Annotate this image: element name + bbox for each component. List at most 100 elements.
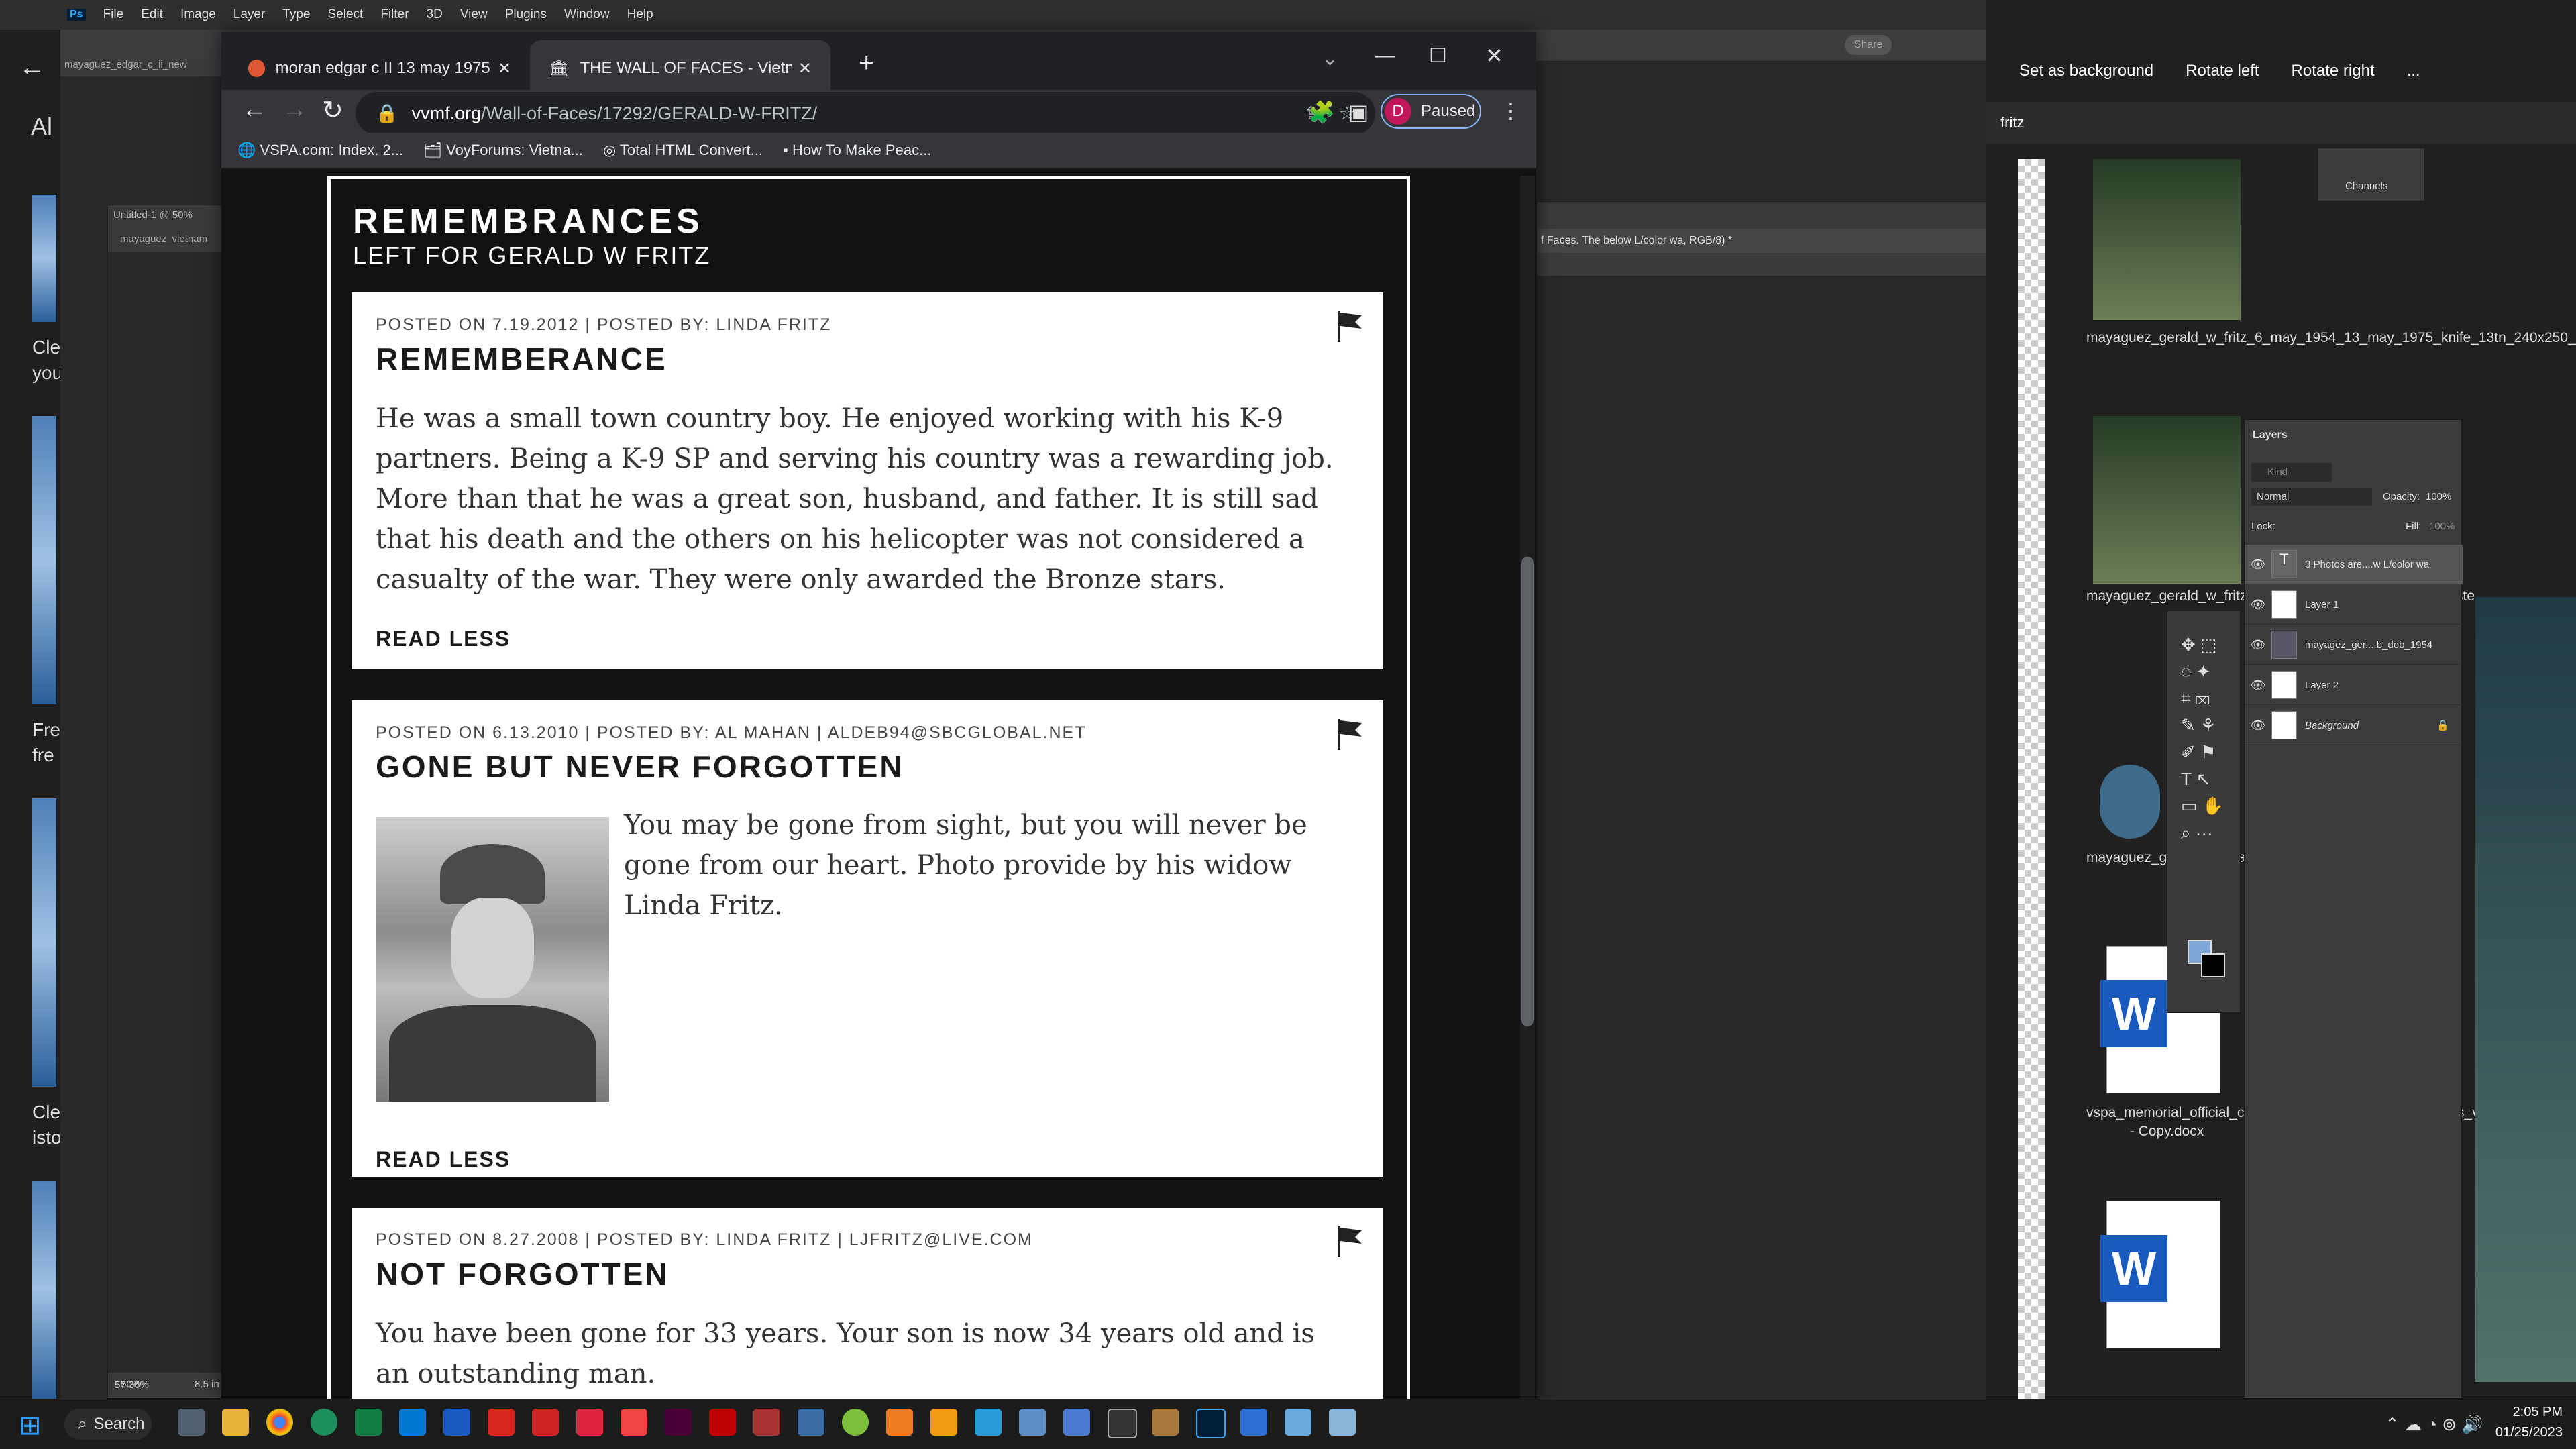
- layer-row[interactable]: 👁 mayagez_ger....b_dob_1954: [2245, 625, 2463, 665]
- layer-row[interactable]: 👁 Background 🔒: [2245, 706, 2463, 745]
- forward-icon[interactable]: →: [282, 95, 307, 124]
- file-name[interactable]: mayaguez_gerald_w_fritz_6_may_1954_13_ma…: [2086, 329, 2576, 347]
- opacity-value[interactable]: 100%: [2426, 491, 2451, 502]
- layers-title[interactable]: Layers: [2253, 429, 2288, 441]
- outlook-icon[interactable]: [399, 1409, 426, 1436]
- orange-app-icon[interactable]: [886, 1409, 913, 1436]
- gear-app-icon[interactable]: [621, 1409, 647, 1436]
- read-less-button[interactable]: READ LESS: [376, 627, 511, 651]
- doc-tab[interactable]: f Faces. The below L/color wa, RGB/8) *: [1537, 229, 2006, 253]
- r-app-icon[interactable]: [753, 1409, 780, 1436]
- bookmark[interactable]: 🗂 VoyForums: Vietna...: [423, 142, 583, 159]
- cloud-app-icon[interactable]: [1019, 1409, 1046, 1436]
- rotate-right-button[interactable]: Rotate right: [2292, 62, 2375, 80]
- dock-thumbnail[interactable]: [32, 798, 56, 1087]
- b-app-icon[interactable]: [532, 1409, 559, 1436]
- layer-row[interactable]: 👁 Layer 1: [2245, 585, 2463, 625]
- blue-app-icon[interactable]: [1063, 1409, 1090, 1436]
- dock-thumbnail[interactable]: [32, 1181, 56, 1399]
- word-doc-icon[interactable]: W: [2100, 1201, 2220, 1348]
- menu-help[interactable]: Help: [627, 7, 653, 22]
- menu-layer[interactable]: Layer: [233, 7, 266, 22]
- side-panel-icon[interactable]: ▣: [1348, 99, 1368, 125]
- profile-button[interactable]: D Paused: [1381, 94, 1481, 129]
- soldier-photo-thumbnail[interactable]: [2093, 416, 2241, 584]
- flag-icon[interactable]: [1335, 1224, 1364, 1258]
- doc-canvas[interactable]: [1537, 276, 2006, 1399]
- back-arrow-icon[interactable]: ←: [19, 52, 46, 83]
- fill-value[interactable]: 100%: [2429, 521, 2455, 532]
- blend-mode-select[interactable]: Normal: [2251, 488, 2372, 506]
- filezilla-icon[interactable]: [709, 1409, 736, 1436]
- layer-row[interactable]: 👁 Layer 2: [2245, 665, 2463, 705]
- back-icon[interactable]: ←: [241, 95, 267, 124]
- menu-type[interactable]: Type: [282, 7, 310, 22]
- dock-thumbnail[interactable]: [32, 416, 56, 704]
- rotate-left-button[interactable]: Rotate left: [2186, 62, 2259, 80]
- brown-app-icon[interactable]: [1152, 1409, 1179, 1436]
- chevron-down-icon[interactable]: ⌄: [1322, 47, 1338, 70]
- channels-panel[interactable]: Channels: [2318, 148, 2425, 201]
- more-button[interactable]: ...: [2407, 62, 2420, 80]
- layer-filter-input[interactable]: Kind: [2251, 463, 2332, 482]
- edge-icon[interactable]: [311, 1409, 337, 1436]
- system-tray-icons[interactable]: ⌃ ☁ ◔ ⊚ 🔊: [2385, 1414, 2483, 1435]
- green-app-icon[interactable]: [842, 1409, 869, 1436]
- acrobat-icon[interactable]: [488, 1409, 515, 1436]
- doc-tab[interactable]: mayaguez_vietnam: [120, 233, 207, 245]
- notes-icon[interactable]: [798, 1409, 824, 1436]
- flag-icon[interactable]: [1335, 716, 1364, 751]
- word-icon[interactable]: [443, 1409, 470, 1436]
- menu-edit[interactable]: Edit: [141, 7, 163, 22]
- close-icon[interactable]: ✕: [498, 59, 511, 78]
- taskbar-search[interactable]: ⌕ Search: [64, 1409, 152, 1440]
- set-background-button[interactable]: Set as background: [2019, 62, 2153, 80]
- doc-canvas[interactable]: [108, 252, 229, 1373]
- soldier-photo[interactable]: [376, 817, 609, 1102]
- dreamweaver-icon[interactable]: [665, 1409, 692, 1436]
- photoshop-icon[interactable]: [1196, 1409, 1226, 1438]
- reload-icon[interactable]: ↻: [322, 95, 343, 125]
- shield-icon[interactable]: [576, 1409, 603, 1436]
- kebab-menu-icon[interactable]: ⋮: [1500, 98, 1521, 123]
- flag-icon[interactable]: [1335, 309, 1364, 343]
- cup-app-icon[interactable]: [1285, 1409, 1311, 1436]
- bookmark[interactable]: 🌐 VSPA.com: Index. 2...: [237, 142, 403, 159]
- bookmark[interactable]: ▪ How To Make Peac...: [783, 142, 931, 159]
- scrollbar-thumb[interactable]: [1521, 557, 1534, 1026]
- edit-app-icon[interactable]: [1240, 1409, 1267, 1436]
- menu-plugins[interactable]: Plugins: [505, 7, 547, 22]
- tab-1[interactable]: moran edgar c II 13 may 1975 th ✕: [229, 40, 530, 97]
- menu-filter[interactable]: Filter: [380, 7, 409, 22]
- tool-icons[interactable]: ✥ ⬚ ◌ ✦ ⌗ ⌧ ✎ ⚘ ✐ ⚑ T ↖ ▭ ✋ ⌕ ⋯: [2181, 631, 2235, 846]
- menu-3d[interactable]: 3D: [427, 7, 443, 22]
- menu-file[interactable]: File: [103, 7, 124, 22]
- clock-date[interactable]: 01/25/2023: [2482, 1425, 2563, 1440]
- excel-icon[interactable]: [355, 1409, 382, 1436]
- store-icon[interactable]: [975, 1409, 1002, 1436]
- layer-row[interactable]: 👁 T 3 Photos are....w L/color wa: [2245, 545, 2463, 584]
- bookmark[interactable]: ◎ Total HTML Convert...: [603, 142, 763, 159]
- address-bar[interactable]: 🔒 vvmf.org/Wall-of-Faces/17292/GERALD-W-…: [356, 92, 1375, 135]
- share-button[interactable]: Share: [1845, 35, 1892, 55]
- menu-image[interactable]: Image: [180, 7, 216, 22]
- chrome-icon[interactable]: [266, 1409, 293, 1436]
- tab-2-active[interactable]: 🏛 THE WALL OF FACES - Vietnam V ✕: [530, 40, 830, 97]
- task-view-icon[interactable]: [178, 1409, 205, 1436]
- windows-start-icon[interactable]: ⊞: [19, 1410, 42, 1441]
- soldier-photo-thumbnail[interactable]: [2093, 159, 2241, 320]
- background-color-swatch[interactable]: [2201, 953, 2225, 977]
- eye-icon[interactable]: 👁: [2245, 718, 2271, 733]
- extensions-icon[interactable]: 🧩: [1308, 99, 1335, 125]
- file-name[interactable]: mayaguez_ger_d_15_may_1_1954: [2086, 849, 2308, 867]
- menu-window[interactable]: Window: [564, 7, 610, 22]
- photos-search-input[interactable]: fritz: [1986, 102, 2576, 144]
- vlc-icon[interactable]: [930, 1409, 957, 1436]
- file-name[interactable]: vspa_memorial_official_casualty_mayaguez…: [2086, 1104, 2576, 1141]
- eye-icon[interactable]: 👁: [2245, 638, 2271, 652]
- read-less-button[interactable]: READ LESS: [376, 1147, 511, 1172]
- oval-photo-thumbnail[interactable]: [2100, 765, 2160, 839]
- eye-icon[interactable]: 👁: [2245, 678, 2271, 692]
- eye-icon[interactable]: 👁: [2245, 557, 2271, 572]
- maximize-icon[interactable]: ☐: [1429, 44, 1447, 68]
